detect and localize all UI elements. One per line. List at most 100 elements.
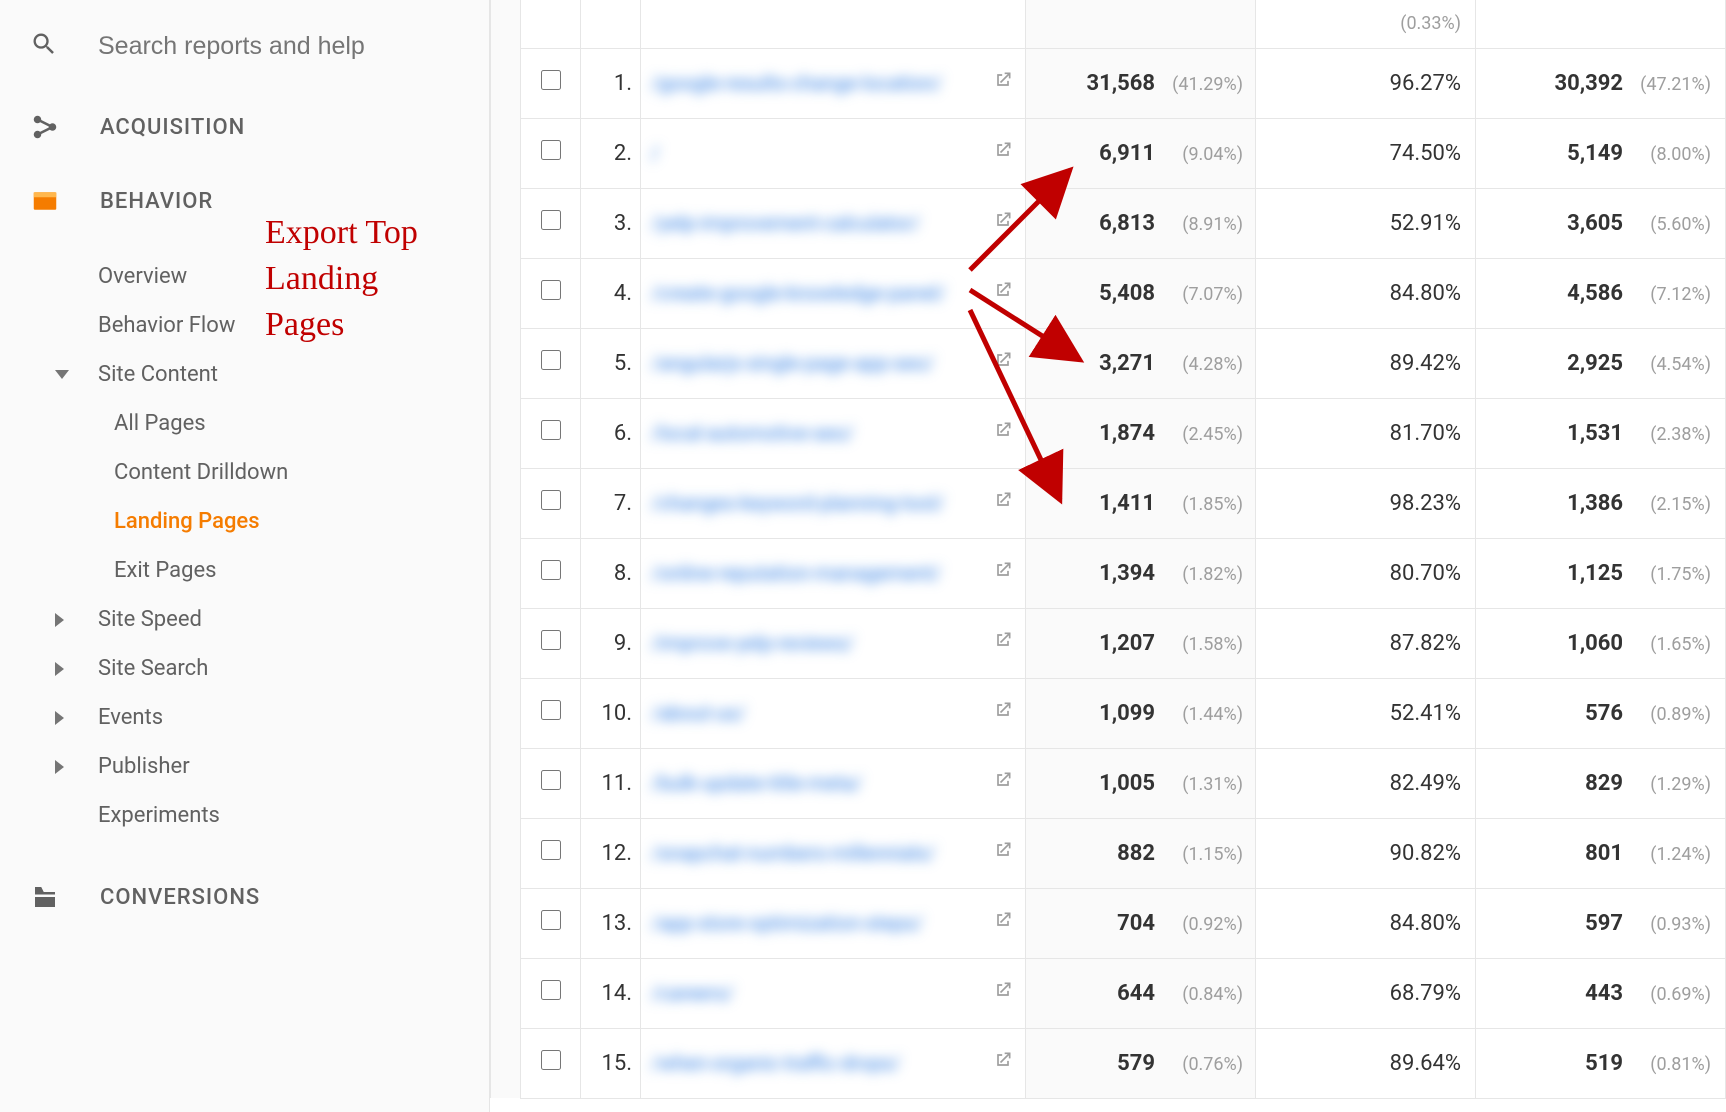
open-in-new-icon[interactable] bbox=[993, 910, 1013, 936]
row-page-link[interactable]: /create-google-knowledge-panel/ bbox=[641, 258, 1026, 328]
open-in-new-icon[interactable] bbox=[993, 70, 1013, 96]
row-page-link[interactable]: / bbox=[641, 118, 1026, 188]
open-in-new-icon[interactable] bbox=[993, 420, 1013, 446]
table-row: 11./bulk-update-title-meta/1,005(1.31%)8… bbox=[491, 748, 1726, 818]
open-in-new-icon[interactable] bbox=[993, 630, 1013, 656]
nav-all-pages[interactable]: All Pages bbox=[0, 399, 489, 448]
nav-behavior[interactable]: BEHAVIOR bbox=[0, 164, 489, 238]
row-checkbox[interactable] bbox=[541, 700, 561, 720]
open-in-new-icon[interactable] bbox=[993, 350, 1013, 376]
open-in-new-icon[interactable] bbox=[993, 980, 1013, 1006]
content: (0.33%) 1./google-results-change-locatio… bbox=[490, 0, 1726, 1112]
row-pct: 68.79% bbox=[1256, 958, 1476, 1028]
open-in-new-icon[interactable] bbox=[993, 700, 1013, 726]
nav-site-content[interactable]: Site Content bbox=[0, 350, 489, 399]
open-in-new-icon[interactable] bbox=[993, 280, 1013, 306]
row-pct: 74.50% bbox=[1256, 118, 1476, 188]
row-new-sessions: 1,531(2.38%) bbox=[1476, 398, 1726, 468]
row-index: 9. bbox=[581, 608, 641, 678]
row-index: 7. bbox=[581, 468, 641, 538]
caret-right-icon bbox=[55, 760, 64, 774]
row-checkbox[interactable] bbox=[541, 630, 561, 650]
row-checkbox[interactable] bbox=[541, 350, 561, 370]
row-pct: 96.27% bbox=[1256, 48, 1476, 118]
row-page-link[interactable]: /about-us/ bbox=[641, 678, 1026, 748]
row-pct: 98.23% bbox=[1256, 468, 1476, 538]
nav-acquisition[interactable]: ACQUISITION bbox=[0, 90, 489, 164]
row-new-sessions: 829(1.29%) bbox=[1476, 748, 1726, 818]
row-page-link[interactable]: /careers/ bbox=[641, 958, 1026, 1028]
row-new-sessions: 3,605(5.60%) bbox=[1476, 188, 1726, 258]
open-in-new-icon[interactable] bbox=[993, 1050, 1013, 1076]
row-pct: 82.49% bbox=[1256, 748, 1476, 818]
row-pct: 52.41% bbox=[1256, 678, 1476, 748]
row-pct: 52.91% bbox=[1256, 188, 1476, 258]
nav-landing-pages[interactable]: Landing Pages bbox=[0, 497, 489, 546]
row-new-sessions: 30,392(47.21%) bbox=[1476, 48, 1726, 118]
row-page-link[interactable]: /google-results-change-location/ bbox=[641, 48, 1026, 118]
row-page-link[interactable]: /yelp-improvement-calculator/ bbox=[641, 188, 1026, 258]
table-row: 1./google-results-change-location/31,568… bbox=[491, 48, 1726, 118]
table-row: 2./6,911(9.04%)74.50%5,149(8.00%) bbox=[491, 118, 1726, 188]
caret-right-icon bbox=[55, 662, 64, 676]
row-page-link[interactable]: /online-reputation-management/ bbox=[641, 538, 1026, 608]
row-pct: 89.64% bbox=[1256, 1028, 1476, 1098]
row-checkbox[interactable] bbox=[541, 1050, 561, 1070]
row-new-sessions: 576(0.89%) bbox=[1476, 678, 1726, 748]
table-row: 8./online-reputation-management/1,394(1.… bbox=[491, 538, 1726, 608]
open-in-new-icon[interactable] bbox=[993, 560, 1013, 586]
row-checkbox[interactable] bbox=[541, 280, 561, 300]
open-in-new-icon[interactable] bbox=[993, 210, 1013, 236]
open-in-new-icon[interactable] bbox=[993, 840, 1013, 866]
row-checkbox[interactable] bbox=[541, 770, 561, 790]
row-pct: 87.82% bbox=[1256, 608, 1476, 678]
nav-events[interactable]: Events bbox=[0, 693, 489, 742]
table-row: 4./create-google-knowledge-panel/5,408(7… bbox=[491, 258, 1726, 328]
nav-publisher[interactable]: Publisher bbox=[0, 742, 489, 791]
row-page-link[interactable]: /improve-yelp-reviews/ bbox=[641, 608, 1026, 678]
row-page-link[interactable]: /snapchat-numbers-millennials/ bbox=[641, 818, 1026, 888]
row-new-sessions: 4,586(7.12%) bbox=[1476, 258, 1726, 328]
row-page-link[interactable]: /bulk-update-title-meta/ bbox=[641, 748, 1026, 818]
row-checkbox[interactable] bbox=[541, 140, 561, 160]
nav-label: BEHAVIOR bbox=[100, 189, 213, 214]
row-sessions: 1,394(1.82%) bbox=[1026, 538, 1256, 608]
row-checkbox[interactable] bbox=[541, 980, 561, 1000]
nav-site-search[interactable]: Site Search bbox=[0, 644, 489, 693]
nav-experiments[interactable]: Experiments bbox=[0, 791, 489, 840]
row-checkbox[interactable] bbox=[541, 420, 561, 440]
search-input[interactable] bbox=[98, 32, 418, 61]
row-checkbox[interactable] bbox=[541, 840, 561, 860]
row-pct: 89.42% bbox=[1256, 328, 1476, 398]
row-page-link[interactable]: /local-automotive-seo/ bbox=[641, 398, 1026, 468]
row-pct: 81.70% bbox=[1256, 398, 1476, 468]
row-index: 4. bbox=[581, 258, 641, 328]
row-sessions: 5,408(7.07%) bbox=[1026, 258, 1256, 328]
nav-exit-pages[interactable]: Exit Pages bbox=[0, 546, 489, 595]
open-in-new-icon[interactable] bbox=[993, 140, 1013, 166]
row-index: 10. bbox=[581, 678, 641, 748]
nav-content-drilldown[interactable]: Content Drilldown bbox=[0, 448, 489, 497]
row-checkbox[interactable] bbox=[541, 210, 561, 230]
row-page-link[interactable]: /changes-keyword-planning-tool/ bbox=[641, 468, 1026, 538]
row-checkbox[interactable] bbox=[541, 490, 561, 510]
nav-label: ACQUISITION bbox=[100, 115, 245, 140]
row-checkbox[interactable] bbox=[541, 560, 561, 580]
open-in-new-icon[interactable] bbox=[993, 490, 1013, 516]
nav-overview[interactable]: Overview bbox=[0, 252, 489, 301]
row-index: 2. bbox=[581, 118, 641, 188]
row-page-link[interactable]: /app-store-optimization-steps/ bbox=[641, 888, 1026, 958]
row-checkbox[interactable] bbox=[541, 70, 561, 90]
nav-site-speed[interactable]: Site Speed bbox=[0, 595, 489, 644]
nav-conversions[interactable]: CONVERSIONS bbox=[0, 860, 489, 934]
row-index: 11. bbox=[581, 748, 641, 818]
row-new-sessions: 519(0.81%) bbox=[1476, 1028, 1726, 1098]
row-index: 13. bbox=[581, 888, 641, 958]
row-checkbox[interactable] bbox=[541, 910, 561, 930]
row-page-link[interactable]: /angularjs-single-page-app-seo/ bbox=[641, 328, 1026, 398]
search-icon[interactable] bbox=[30, 30, 58, 62]
row-index: 14. bbox=[581, 958, 641, 1028]
row-page-link[interactable]: /when-organic-traffic-drops/ bbox=[641, 1028, 1026, 1098]
nav-behavior-flow[interactable]: Behavior Flow bbox=[0, 301, 489, 350]
open-in-new-icon[interactable] bbox=[993, 770, 1013, 796]
